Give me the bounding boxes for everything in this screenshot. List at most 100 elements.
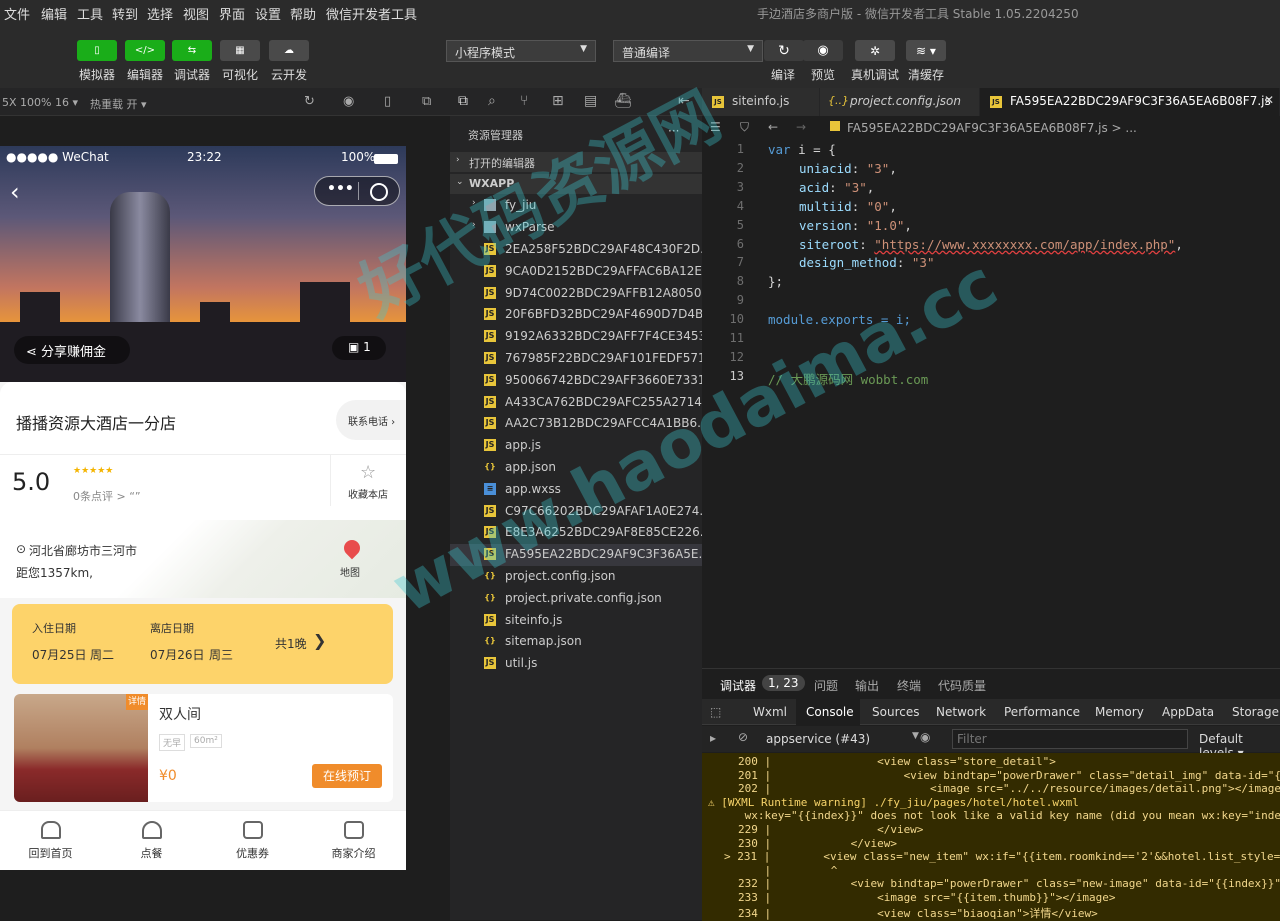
favorite-label[interactable]: 收藏本店 (348, 486, 388, 501)
sidebar-toggle-icon[interactable]: ▸ (710, 731, 716, 745)
clear-console-icon[interactable]: ⊘ (738, 730, 748, 744)
panel-network[interactable]: Network (936, 705, 986, 719)
file-row[interactable]: {} project.private.config.json (450, 588, 702, 610)
wxapp-section[interactable]: ⌄ WXAPP (450, 174, 702, 194)
breadcrumb-path[interactable]: FA595EA22BDC29AF9C3F36A5EA6B08F7.js > ..… (847, 121, 1137, 135)
nav-coupon[interactable]: 优惠券 (202, 821, 303, 861)
date-selector[interactable]: 入住日期 07月25日 周二 离店日期 07月26日 周三 共1晚 ❯ (12, 604, 393, 684)
collapse-panel-icon[interactable]: ⇤ (678, 93, 690, 109)
panel-sources[interactable]: Sources (872, 705, 919, 719)
tab-code-quality[interactable]: 代码质量 (938, 677, 986, 694)
close-miniprogram-icon[interactable] (370, 183, 388, 201)
nav-about[interactable]: 商家介绍 (303, 821, 404, 861)
menu-view[interactable]: 视图 (183, 4, 209, 23)
menu-settings[interactable]: 设置 (255, 4, 281, 23)
tab-problems[interactable]: 问题 (814, 677, 838, 694)
clear-cache-button[interactable]: ≋ ▾ (906, 40, 946, 61)
file-row[interactable]: JS util.js (450, 653, 702, 675)
file-row[interactable]: JS 9D74C0022BDC29AFFB12A8050... (450, 283, 713, 305)
panel-appdata[interactable]: AppData (1162, 705, 1214, 719)
detach-icon[interactable]: ⧉ (422, 94, 431, 109)
nav-home[interactable]: 回到首页 (0, 821, 101, 861)
menu-interface[interactable]: 界面 (219, 4, 245, 23)
simulator-button[interactable]: ▯ (77, 40, 117, 61)
menu-file[interactable]: 文件 (4, 4, 30, 23)
visual-button[interactable]: ▦ (220, 40, 260, 61)
more-icon[interactable]: ••• (327, 181, 354, 197)
tab-project-config[interactable]: {..} project.config.json (820, 88, 980, 116)
hotreload-toggle[interactable]: 热重载 开 ▾ (90, 96, 147, 112)
device-icon[interactable]: ▯ (384, 94, 391, 109)
files-icon[interactable]: ⧉ (458, 93, 468, 109)
file-row[interactable]: ≡ app.wxss (450, 479, 702, 501)
menu-help[interactable]: 帮助 (290, 4, 316, 23)
reviews-link[interactable]: 0条点评 > “” (73, 488, 141, 504)
file-row[interactable]: JS siteinfo.js (450, 610, 702, 632)
menu-edit[interactable]: 编辑 (41, 4, 67, 23)
compile-button[interactable]: ↻ (764, 40, 804, 61)
remote-debug-button[interactable]: ✲ (855, 40, 895, 61)
map-area[interactable]: ⊙ 河北省廊坊市三河市 距您1357km, 地图 (0, 520, 406, 598)
panel-console[interactable]: Console (806, 705, 854, 719)
nav-order[interactable]: 点餐 (101, 821, 202, 861)
share-button[interactable]: ⋖ 分享赚佣金 (14, 336, 130, 364)
rotate-icon[interactable]: ↻ (304, 94, 315, 109)
book-button[interactable]: 在线预订 (312, 764, 382, 788)
inspect-icon[interactable]: ⬚ (710, 705, 721, 719)
forward-arrow-icon[interactable]: → (796, 120, 806, 134)
more-actions-icon[interactable]: ··· (668, 124, 679, 138)
photo-count-badge[interactable]: ▣ 1 (332, 336, 386, 360)
git-icon[interactable]: ⑂ (520, 93, 528, 109)
filter-input[interactable] (952, 729, 1188, 749)
room-card[interactable]: 详情 双人间 无早 60m² ¥0 在线预订 (14, 694, 393, 802)
outline-icon[interactable]: ▤ (584, 93, 597, 109)
panel-wxml[interactable]: Wxml (753, 705, 787, 719)
file-row[interactable]: {} app.json (450, 457, 702, 479)
mode-select[interactable]: 小程序模式 ▼ (446, 40, 596, 62)
tab-siteinfo[interactable]: JS siteinfo.js (702, 88, 820, 116)
menu-wechat-devtools[interactable]: 微信开发者工具 (326, 4, 417, 23)
tab-fa595ea2[interactable]: JS FA595EA22BDC29AF9C3F36A5EA6B08F7.js ✕ (980, 88, 1280, 116)
close-icon[interactable]: ✕ (1264, 93, 1274, 107)
zoom-select[interactable]: 5X 100% 16 ▾ (2, 96, 78, 109)
debugger-button[interactable]: ⇆ (172, 40, 212, 61)
eye-icon[interactable]: ◉ (920, 730, 930, 744)
open-editors-section[interactable]: › 打开的编辑器 (450, 152, 702, 172)
star-outline-icon[interactable]: ☆ (360, 462, 376, 483)
file-row[interactable]: JS 950066742BDC29AFF3660E7331... (450, 370, 717, 392)
contact-button[interactable]: 联系电话 › (336, 400, 406, 440)
file-row[interactable]: JS FA595EA22BDC29AF9C3F36A5E... (450, 544, 710, 567)
preview-button[interactable]: ◉ (803, 40, 843, 61)
folder-row[interactable]: › fy_jiu (450, 195, 702, 217)
file-row[interactable]: JS app.js (450, 435, 702, 457)
search-icon[interactable]: ⌕ (488, 93, 496, 109)
extensions-icon[interactable]: ⊞ (552, 93, 564, 109)
file-row[interactable]: {} project.config.json (450, 566, 702, 588)
file-row[interactable]: JS 9192A6332BDC29AFF7F4CE3453... (450, 326, 718, 348)
console-output[interactable]: 200 | <view class="store_detail"> 201 | <… (702, 753, 1280, 921)
file-row[interactable]: JS 20F6BFD32BDC29AF4690D7D4B... (450, 304, 715, 326)
folder-row[interactable]: › wxParse (450, 217, 702, 239)
tab-output[interactable]: 输出 (855, 677, 879, 694)
editor-button[interactable]: </> (125, 40, 165, 61)
file-row[interactable]: JS E8E3A6252BDC29AF8E85CE226... (450, 522, 711, 544)
code-area[interactable]: 1 var i = {2 uniacid: "3", 3 acid: "3", 4 mult… (702, 140, 1280, 420)
bookmark-icon[interactable]: ⛉ (740, 120, 749, 135)
file-row[interactable]: JS A433CA762BDC29AFC255A2714... (450, 392, 713, 414)
stop-icon[interactable]: ◉ (343, 94, 354, 109)
file-row[interactable]: {} sitemap.json (450, 631, 702, 653)
file-row[interactable]: JS 767985F22BDC29AF101FEDF571... (450, 348, 717, 370)
menu-select[interactable]: 选择 (147, 4, 173, 23)
tab-debugger[interactable]: 调试器 (720, 677, 756, 694)
file-row[interactable]: JS 9CA0D2152BDC29AFFAC6BA12E... (450, 261, 713, 283)
panel-memory[interactable]: Memory (1095, 705, 1144, 719)
cloud-button[interactable]: ☁ (269, 40, 309, 61)
back-icon[interactable]: ‹ (10, 178, 20, 206)
file-row[interactable]: JS C97C66202BDC29AFAF1A0E274... (450, 501, 711, 523)
menu-goto[interactable]: 转到 (112, 4, 138, 23)
menu-tools[interactable]: 工具 (77, 4, 103, 23)
tab-terminal[interactable]: 终端 (897, 677, 921, 694)
context-select[interactable]: appservice (#43) (766, 732, 916, 746)
file-row[interactable]: JS 2EA258F52BDC29AF48C430F2D... (450, 239, 712, 261)
list-icon[interactable]: ☰ (710, 120, 721, 134)
